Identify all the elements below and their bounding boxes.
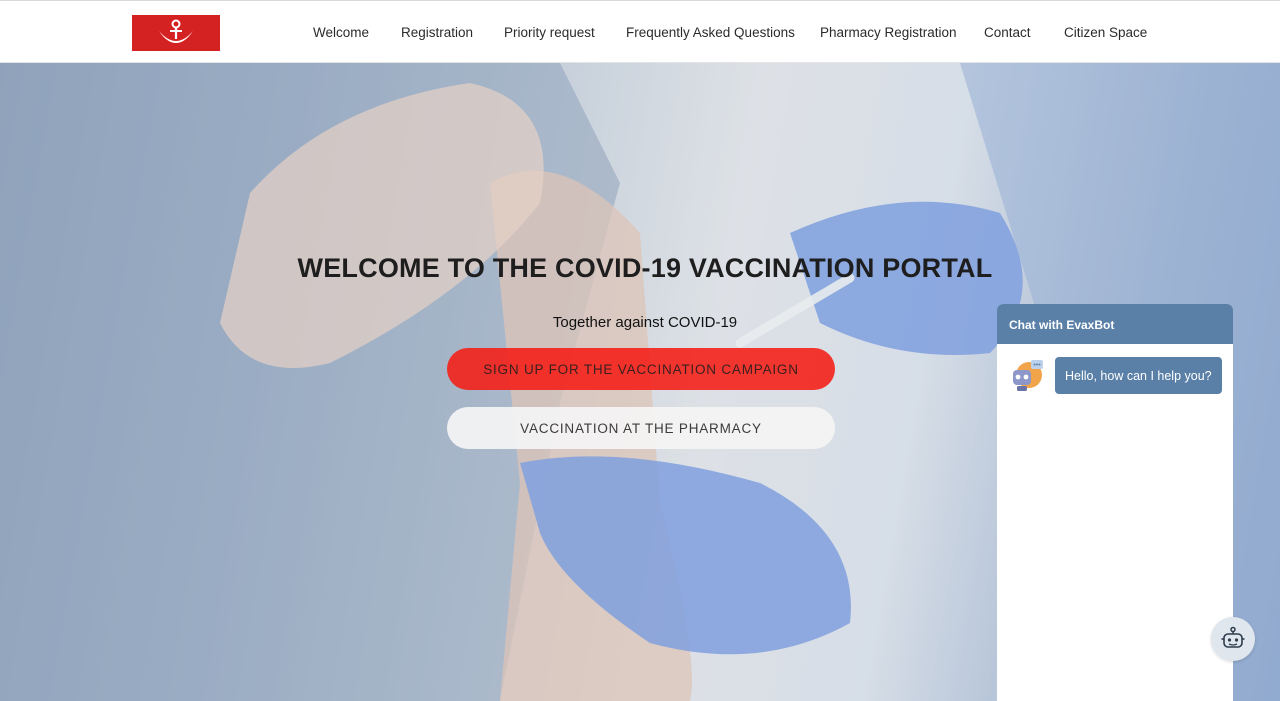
chat-header: Chat with EvaxBot bbox=[997, 304, 1233, 344]
nav-registration[interactable]: Registration bbox=[401, 25, 473, 40]
chat-greeting-message: Hello, how can I help you? bbox=[1055, 357, 1222, 394]
nav-priority-request[interactable]: Priority request bbox=[504, 25, 595, 40]
brand-logo[interactable] bbox=[132, 15, 220, 51]
nav-faq[interactable]: Frequently Asked Questions bbox=[626, 25, 795, 40]
nav-welcome[interactable]: Welcome bbox=[313, 25, 369, 40]
signup-vaccination-button[interactable]: SIGN UP FOR THE VACCINATION CAMPAIGN bbox=[447, 348, 835, 390]
page-title: WELCOME TO THE COVID-19 VACCINATION PORT… bbox=[297, 253, 993, 283]
top-navbar: Welcome Registration Priority request Fr… bbox=[0, 0, 1280, 63]
nav-pharmacy-registration[interactable]: Pharmacy Registration bbox=[820, 25, 957, 40]
pharmacy-vaccination-button[interactable]: VACCINATION AT THE PHARMACY bbox=[447, 407, 835, 449]
anchor-crescent-icon bbox=[159, 19, 193, 43]
chat-toggle-button[interactable] bbox=[1211, 617, 1255, 661]
chat-widget: Chat with EvaxBot Hello, how can I help … bbox=[997, 304, 1233, 701]
robot-icon bbox=[1221, 626, 1245, 648]
nav-citizen-space[interactable]: Citizen Space bbox=[1064, 25, 1147, 40]
robot-icon bbox=[1013, 360, 1043, 391]
nav-contact[interactable]: Contact bbox=[984, 25, 1031, 40]
